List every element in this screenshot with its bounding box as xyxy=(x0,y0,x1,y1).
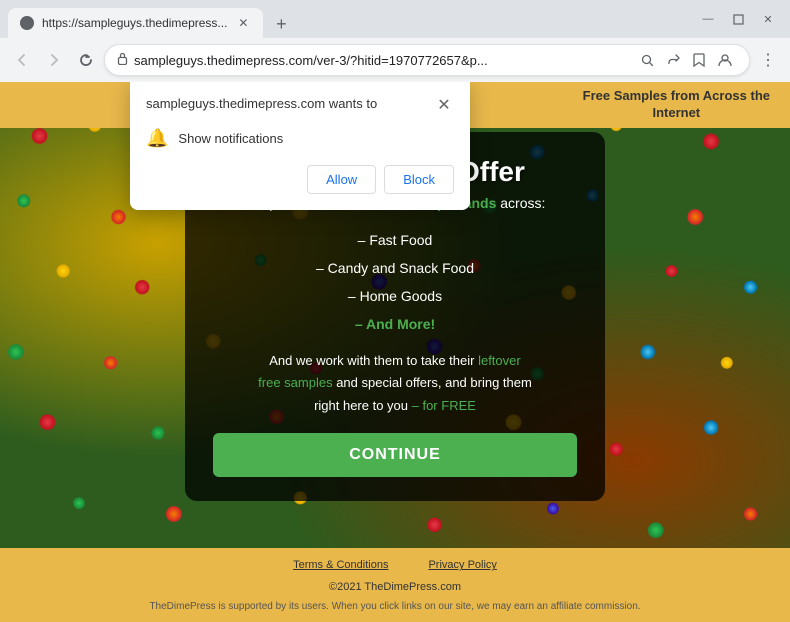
notification-popup: sampleguys.thedimepress.com wants to ✕ 🔔… xyxy=(130,82,470,210)
tab-title: https://sampleguys.thedimepress... xyxy=(42,16,227,30)
header-text: Free Samples from Across theInternet xyxy=(583,88,770,122)
privacy-link[interactable]: Privacy Policy xyxy=(428,556,496,576)
terms-link[interactable]: Terms & Conditions xyxy=(293,556,388,576)
menu-button[interactable]: ⋮ xyxy=(754,46,782,74)
address-icons xyxy=(635,48,737,72)
notif-header: sampleguys.thedimepress.com wants to ✕ xyxy=(146,96,454,116)
title-bar: https://sampleguys.thedimepress... ✕ + —… xyxy=(0,0,790,38)
address-bar-row: sampleguys.thedimepress.com/ver-3/?hitid… xyxy=(0,38,790,82)
reload-button[interactable] xyxy=(72,46,100,74)
browser-frame: https://sampleguys.thedimepress... ✕ + —… xyxy=(0,0,790,622)
search-icon-btn[interactable] xyxy=(635,48,659,72)
new-tab-button[interactable]: + xyxy=(267,10,295,38)
card-bottom-text: And we work with them to take their left… xyxy=(213,350,577,416)
free-samples-link: leftoverfree samples xyxy=(258,353,521,390)
site-footer: Terms & Conditions Privacy Policy ©2021 … xyxy=(0,548,790,622)
notif-buttons: Allow Block xyxy=(146,165,454,194)
forward-button[interactable] xyxy=(40,46,68,74)
back-button[interactable] xyxy=(8,46,36,74)
tab-bar: https://sampleguys.thedimepress... ✕ + xyxy=(8,0,694,38)
disclaimer-text: TheDimePress is supported by its users. … xyxy=(0,598,790,616)
allow-button[interactable]: Allow xyxy=(307,165,376,194)
list-item: – Candy and Snack Food xyxy=(213,254,577,282)
copyright-text: ©2021 TheDimePress.com xyxy=(0,578,790,598)
notif-title: sampleguys.thedimepress.com wants to xyxy=(146,96,377,111)
bookmark-icon-btn[interactable] xyxy=(687,48,711,72)
url-text[interactable]: sampleguys.thedimepress.com/ver-3/?hitid… xyxy=(134,53,629,68)
active-tab[interactable]: https://sampleguys.thedimepress... ✕ xyxy=(8,8,263,38)
maximize-button[interactable] xyxy=(724,8,752,30)
bell-icon: 🔔 xyxy=(146,128,168,149)
tab-close-button[interactable]: ✕ xyxy=(235,15,251,31)
block-button[interactable]: Block xyxy=(384,165,454,194)
notif-row: 🔔 Show notifications xyxy=(146,128,454,149)
share-icon-btn[interactable] xyxy=(661,48,685,72)
window-controls: — ✕ xyxy=(694,8,782,30)
notif-close-button[interactable]: ✕ xyxy=(434,96,454,116)
list-item: – Fast Food xyxy=(213,226,577,254)
list-item: – And More! xyxy=(213,310,577,338)
minimize-button[interactable]: — xyxy=(694,8,722,30)
continue-button[interactable]: CONTINUE xyxy=(213,433,577,477)
close-button[interactable]: ✕ xyxy=(754,8,782,30)
tab-favicon xyxy=(20,16,34,30)
page-content: Free Samples from Across theInternet Tod… xyxy=(0,82,790,622)
list-item: – Home Goods xyxy=(213,282,577,310)
footer-links: Terms & Conditions Privacy Policy xyxy=(0,556,790,576)
card-list: – Fast Food – Candy and Snack Food – Hom… xyxy=(213,226,577,338)
lock-icon xyxy=(117,52,128,68)
profile-icon-btn[interactable] xyxy=(713,48,737,72)
for-free-link: – for FREE xyxy=(412,398,476,413)
address-box[interactable]: sampleguys.thedimepress.com/ver-3/?hitid… xyxy=(104,44,750,76)
notif-label: Show notifications xyxy=(178,131,283,146)
